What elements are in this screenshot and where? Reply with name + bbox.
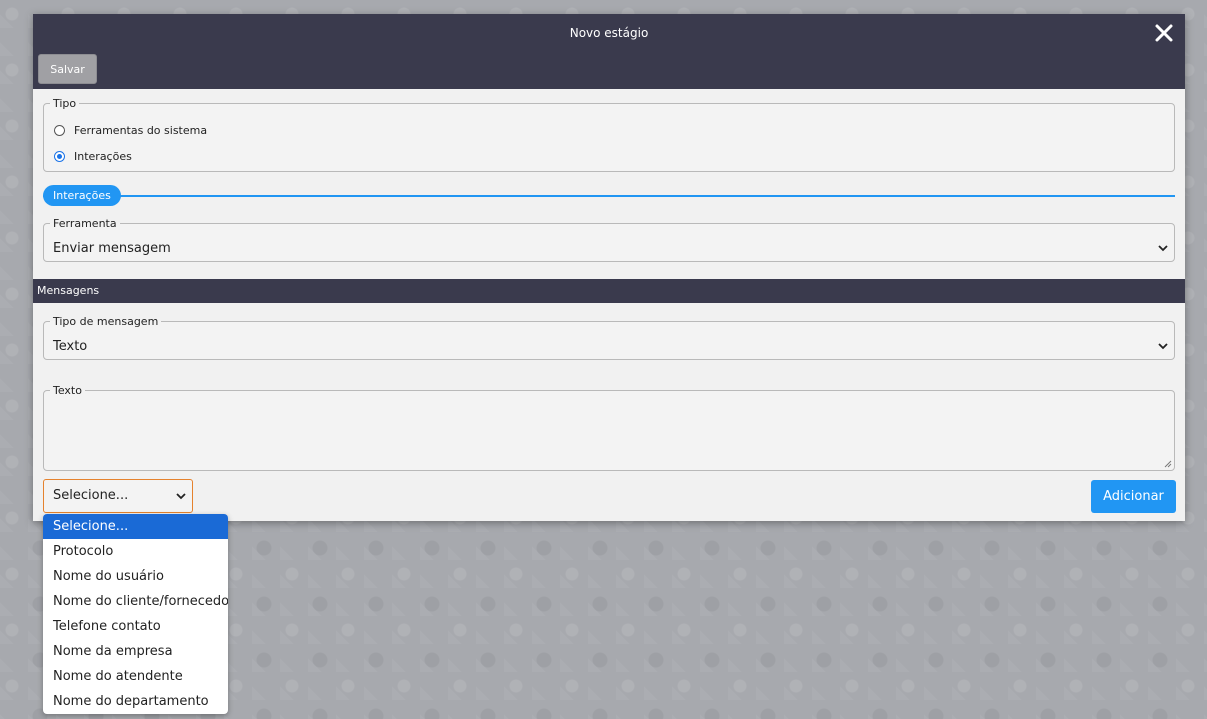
modal-header: Novo estágio Salvar [33, 14, 1185, 89]
new-stage-modal: Novo estágio Salvar Tipo Ferramentas do … [33, 14, 1185, 521]
mensagens-title: Mensagens [37, 284, 100, 297]
radio-label: Ferramentas do sistema [74, 124, 208, 137]
chevron-down-icon [1158, 343, 1168, 350]
radio-interacoes[interactable]: Interações [54, 150, 132, 163]
dropdown-option[interactable]: Nome do departamento [43, 689, 228, 714]
interacoes-tag: Interações [43, 185, 121, 206]
close-icon [1155, 24, 1173, 42]
chevron-down-icon [1158, 245, 1168, 252]
radio-ferramentas[interactable]: Ferramentas do sistema [54, 124, 207, 137]
tipo-mensagem-select[interactable]: Tipo de mensagem Texto [43, 315, 1175, 360]
resize-grip-icon[interactable] [1164, 460, 1172, 468]
interacoes-divider [43, 195, 1175, 197]
variable-dropdown-list: Selecione... Protocolo Nome do usuário N… [43, 514, 228, 714]
dropdown-option[interactable]: Nome da empresa [43, 639, 228, 664]
close-button[interactable] [1153, 22, 1175, 44]
tipo-mensagem-value: Texto [53, 339, 88, 354]
dropdown-option[interactable]: Protocolo [43, 539, 228, 564]
tipo-mensagem-legend: Tipo de mensagem [53, 315, 159, 328]
ferramenta-select[interactable]: Ferramenta Enviar mensagem [43, 217, 1175, 262]
chevron-down-icon [176, 493, 186, 500]
radio-checked-icon[interactable] [54, 151, 65, 162]
texto-legend: Texto [53, 384, 82, 397]
add-button[interactable]: Adicionar [1091, 480, 1176, 513]
mensagens-section-header: Mensagens [33, 279, 1185, 303]
radio-unchecked-icon[interactable] [54, 125, 65, 136]
dropdown-option[interactable]: Nome do atendente [43, 664, 228, 689]
ferramenta-legend: Ferramenta [53, 217, 117, 230]
variable-select-value: Selecione... [53, 488, 129, 503]
radio-label: Interações [74, 150, 132, 163]
tipo-group: Tipo Ferramentas do sistema Interações [43, 97, 1175, 172]
dropdown-option[interactable]: Telefone contato [43, 614, 228, 639]
dropdown-option[interactable]: Selecione... [43, 514, 228, 539]
tipo-legend: Tipo [53, 97, 77, 110]
ferramenta-value: Enviar mensagem [53, 241, 171, 256]
modal-title: Novo estágio [569, 26, 649, 40]
dropdown-option[interactable]: Nome do cliente/fornecedor [43, 589, 228, 614]
variable-select[interactable]: Selecione... [43, 479, 193, 513]
save-button[interactable]: Salvar [38, 54, 97, 84]
dropdown-option[interactable]: Nome do usuário [43, 564, 228, 589]
texto-textarea[interactable]: Texto [43, 384, 1175, 471]
